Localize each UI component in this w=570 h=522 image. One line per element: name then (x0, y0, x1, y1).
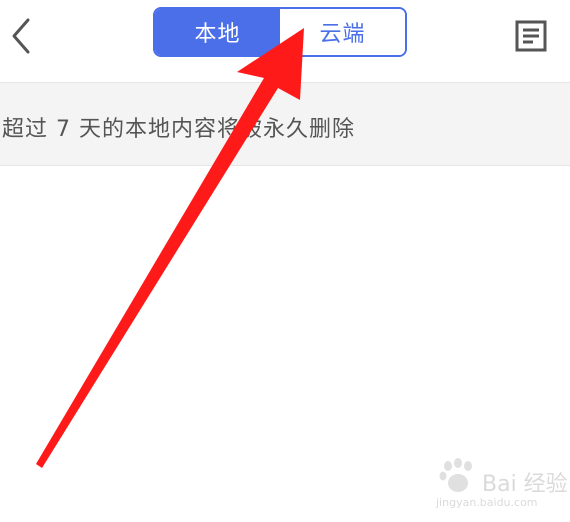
retention-notice-text: 超过 7 天的本地内容将被永久删除 (2, 117, 355, 142)
document-list-icon (515, 20, 547, 52)
tab-cloud-label: 云端 (319, 22, 366, 47)
menu-button[interactable] (514, 19, 548, 53)
retention-notice-bar: 超过 7 天的本地内容将被永久删除 (0, 82, 570, 166)
tab-cloud[interactable]: 云端 (280, 9, 405, 55)
top-bar: 本地 云端 (0, 0, 570, 80)
page: 本地 云端 超过 7 天的本地内容将被永久删除 Bai 经验 jingyan.b… (0, 0, 570, 522)
watermark-brand: Bai 经验 (482, 472, 568, 497)
source-tab-switch: 本地 云端 (153, 7, 407, 57)
chevron-left-icon (12, 18, 30, 54)
tab-local[interactable]: 本地 (155, 9, 280, 55)
watermark: Bai 经验 jingyan.baidu.com (434, 458, 568, 514)
back-button[interactable] (4, 14, 40, 60)
watermark-site: jingyan.baidu.com (436, 496, 538, 509)
tab-local-label: 本地 (194, 22, 241, 47)
paw-logo-icon (439, 458, 472, 492)
